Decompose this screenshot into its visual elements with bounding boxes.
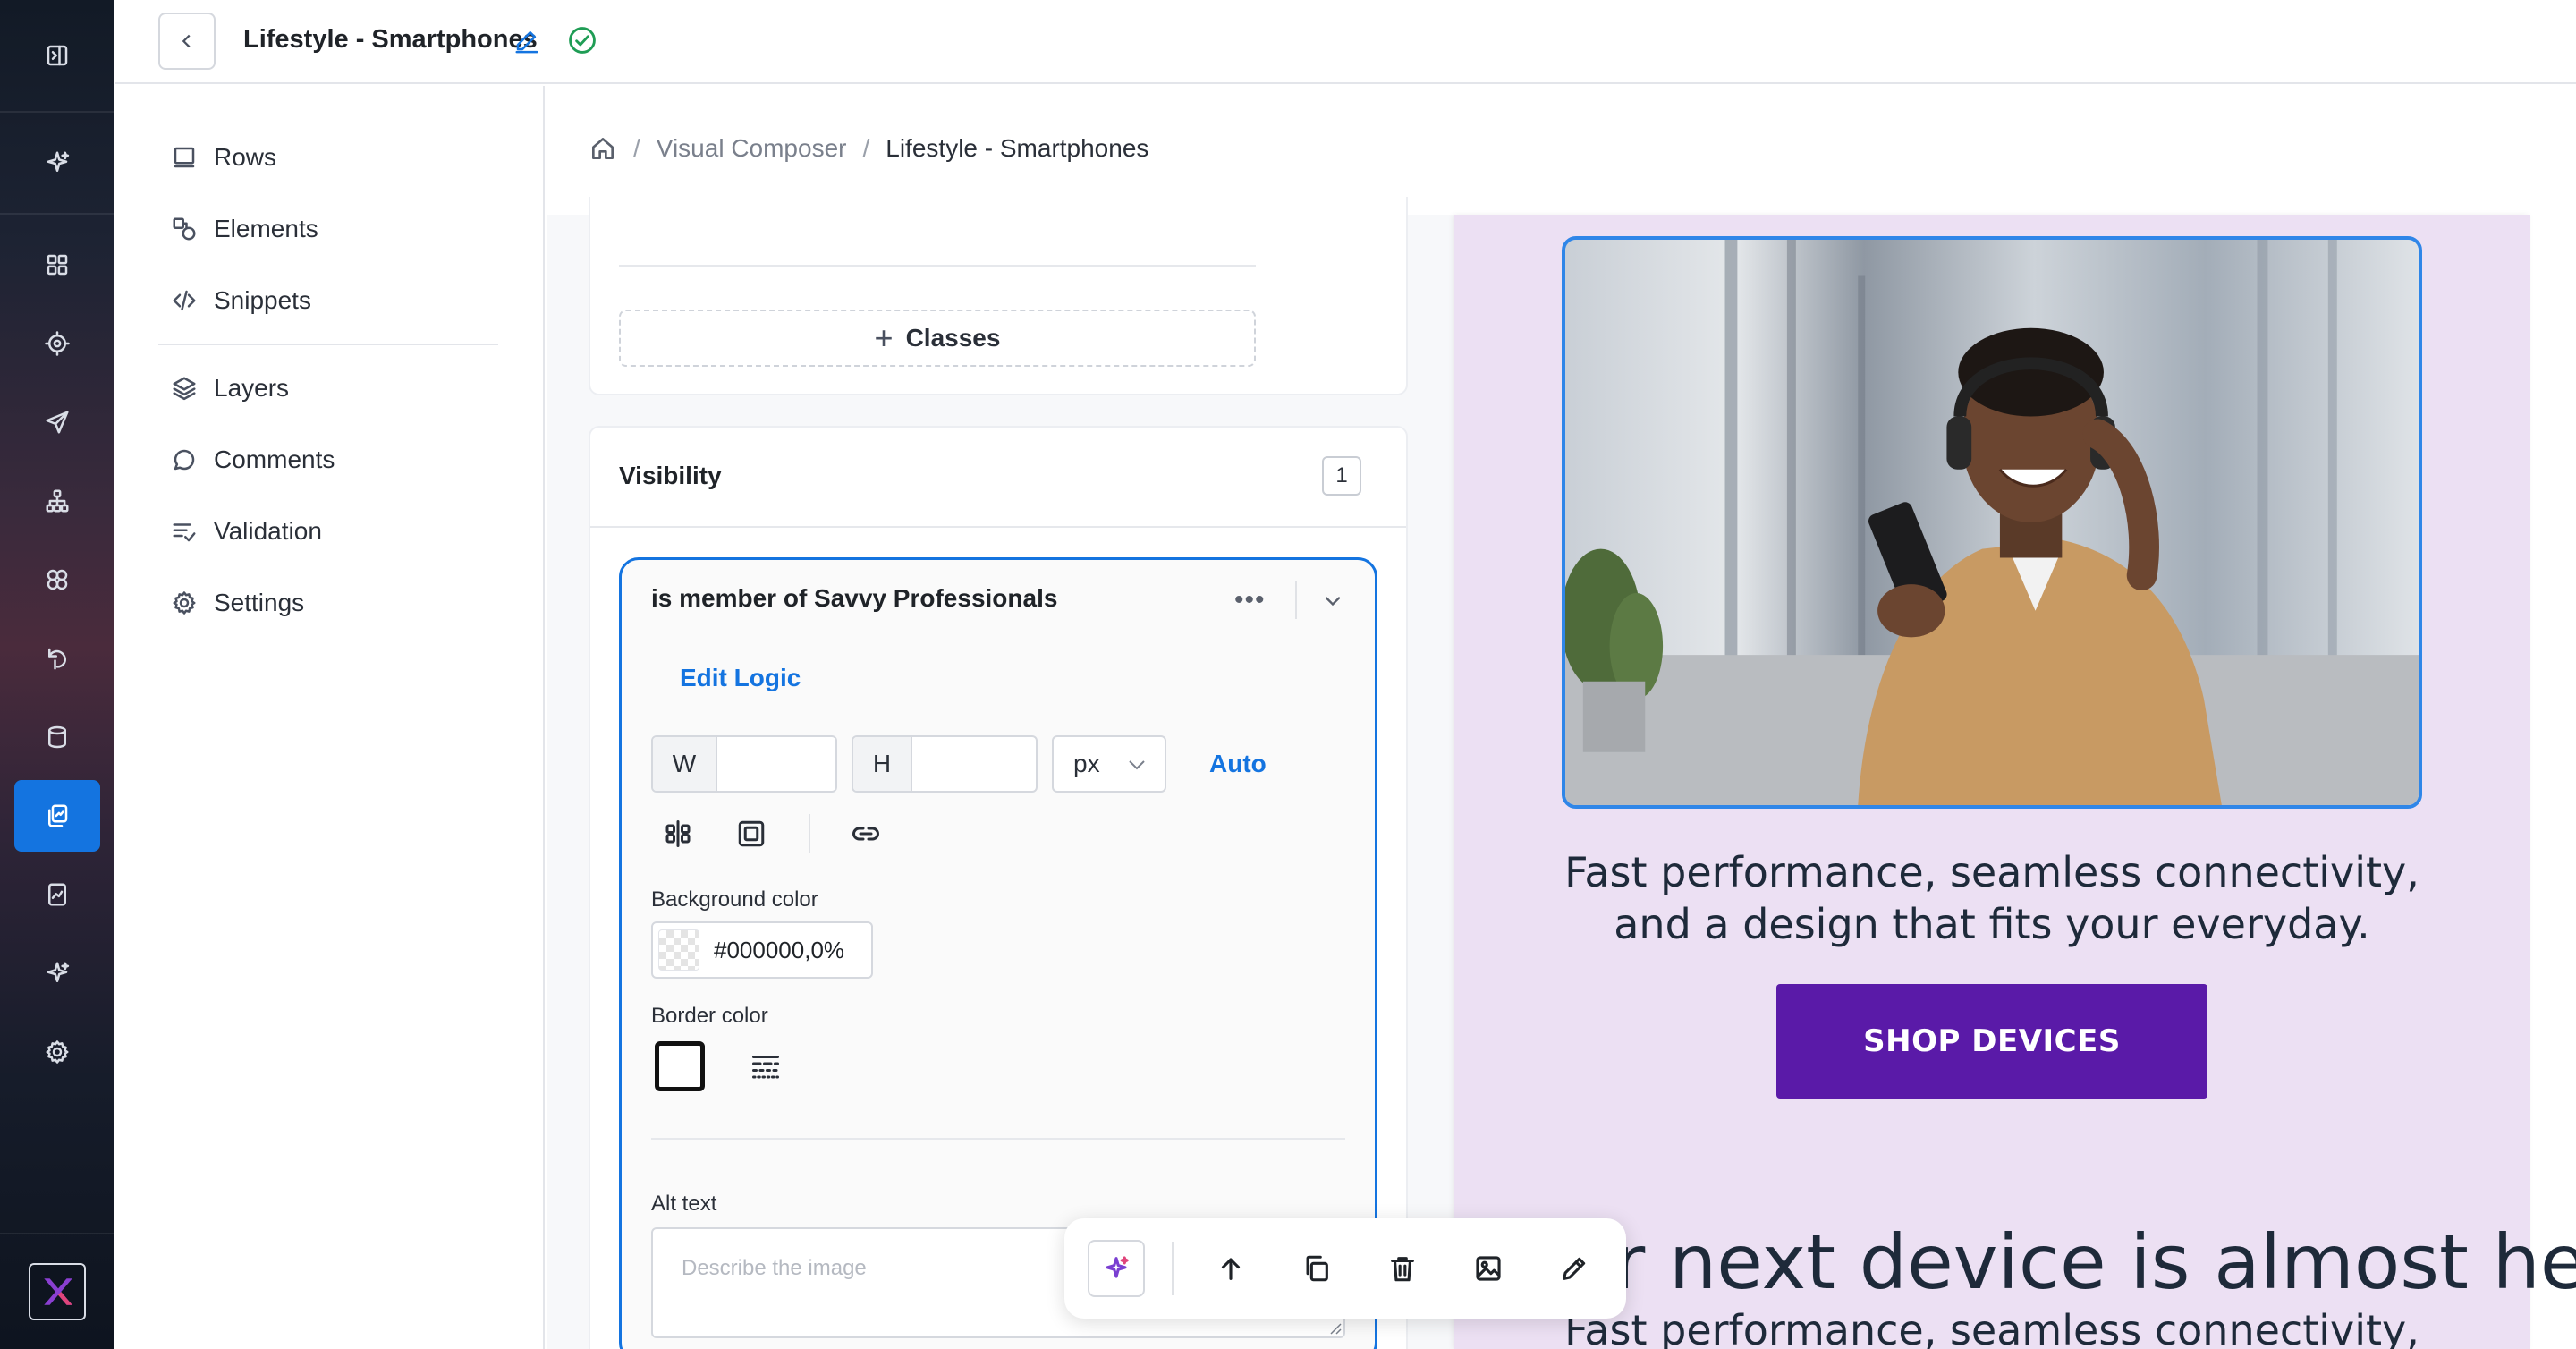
saved-check-icon <box>567 25 597 55</box>
sidebar-item-label: Snippets <box>214 286 311 314</box>
edit-button[interactable] <box>1549 1243 1599 1294</box>
target-icon[interactable] <box>14 308 100 379</box>
reports-icon[interactable] <box>14 859 100 930</box>
trash-icon <box>1391 1257 1414 1282</box>
elements-icon <box>173 217 196 241</box>
border-style-icon[interactable] <box>750 1050 782 1082</box>
breadcrumb-current: Lifestyle - Smartphones <box>886 134 1149 162</box>
replace-image-button[interactable] <box>1463 1243 1513 1294</box>
body-text[interactable]: Fast performance, seamless connectivity, <box>1562 846 2422 898</box>
sidebar-item-comments[interactable]: Comments <box>171 440 335 479</box>
height-field[interactable]: H <box>852 735 1038 793</box>
sidebar-item-label: Layers <box>214 374 290 402</box>
classes-label: Classes <box>905 324 1001 352</box>
hero-image[interactable] <box>1562 236 2422 809</box>
shop-devices-button[interactable]: SHOP DEVICES <box>1776 984 2207 1099</box>
resize-handle-icon[interactable] <box>1327 1320 1342 1335</box>
brand-logo[interactable] <box>29 1263 86 1320</box>
border-color-swatch[interactable] <box>655 1041 705 1091</box>
components-icon[interactable] <box>14 544 100 615</box>
body-text-bottom[interactable]: Fast performance, seamless connectivity, <box>1562 1304 2422 1349</box>
sidebar-item-elements[interactable]: Elements <box>171 209 318 249</box>
ai-sparkle-button[interactable] <box>1088 1240 1145 1297</box>
width-field[interactable]: W <box>651 735 837 793</box>
home-icon[interactable] <box>589 134 617 163</box>
background-color-value[interactable]: #000000,0% <box>714 937 844 964</box>
transparent-swatch[interactable] <box>658 929 699 971</box>
alt-text-label: Alt text <box>651 1192 717 1216</box>
plus-icon: + <box>874 319 894 356</box>
chevron-left-icon <box>182 34 191 48</box>
sidebar-item-label: Validation <box>214 517 322 545</box>
gear-icon[interactable] <box>14 1016 100 1088</box>
database-icon[interactable] <box>14 701 100 773</box>
delete-button[interactable] <box>1377 1243 1428 1294</box>
sidebar-item-settings[interactable]: Settings <box>171 583 304 623</box>
send-icon[interactable] <box>14 386 100 458</box>
more-options-icon[interactable]: ••• <box>1234 585 1266 615</box>
duplicate-button[interactable] <box>1292 1243 1342 1294</box>
unit-select[interactable]: px <box>1052 735 1166 793</box>
sidebar-item-snippets[interactable]: Snippets <box>171 281 311 320</box>
sidebar-item-layers[interactable]: Layers <box>171 369 289 408</box>
width-input[interactable] <box>717 737 835 791</box>
sidebar-item-label: Elements <box>214 215 318 242</box>
height-input[interactable] <box>912 737 1036 791</box>
layers-icon <box>173 377 196 401</box>
arrow-up-icon <box>1221 1258 1241 1280</box>
visibility-title: Visibility <box>619 462 722 489</box>
sidebar-item-validation[interactable]: Validation <box>171 512 322 551</box>
height-label: H <box>853 737 912 791</box>
align-center-icon[interactable] <box>662 818 694 850</box>
breadcrumb: / Visual Composer / Lifestyle - Smartpho… <box>589 131 1148 166</box>
headline[interactable]: Your next device is almost here <box>1485 1218 2576 1306</box>
element-toolbar <box>1064 1218 1626 1319</box>
visibility-count-badge: 1 <box>1322 456 1361 496</box>
hero-photo <box>1565 240 2419 805</box>
chevron-down-icon <box>1129 760 1145 770</box>
body-text-line-2[interactable]: and a design that fits your everyday. <box>1562 898 2422 950</box>
top-bar: Lifestyle - Smartphones <box>115 0 2576 84</box>
comment-icon <box>174 449 195 471</box>
link-icon[interactable] <box>850 818 882 850</box>
width-label: W <box>653 737 717 791</box>
chevron-down-icon[interactable] <box>1320 589 1345 614</box>
sparkle-icon[interactable] <box>14 127 100 199</box>
image-icon <box>1476 1256 1501 1281</box>
pencil-icon <box>1563 1257 1586 1280</box>
auto-size-link[interactable]: Auto <box>1209 750 1267 778</box>
sidebar-item-label: Comments <box>214 445 335 473</box>
background-color-label: Background color <box>651 887 818 912</box>
back-button[interactable] <box>158 13 216 70</box>
duplicate-icon <box>1306 1255 1328 1282</box>
background-color-field[interactable]: #000000,0% <box>651 921 873 979</box>
move-up-button[interactable] <box>1206 1243 1256 1294</box>
pencil-icon[interactable] <box>513 27 540 54</box>
editor-sidebar: Rows Elements Snippets Layers Comments V… <box>115 86 545 1349</box>
rows-icon <box>174 147 195 168</box>
validation-icon <box>173 523 196 542</box>
add-classes-button[interactable]: + Classes <box>619 310 1256 367</box>
rule-title: is member of Savvy Professionals <box>651 584 1058 612</box>
unit-value: px <box>1073 750 1100 777</box>
edit-logic-link[interactable]: Edit Logic <box>680 664 801 692</box>
page-title: Lifestyle - Smartphones <box>243 25 538 54</box>
pages-icon[interactable] <box>14 780 100 852</box>
sidebar-item-label: Rows <box>214 143 277 171</box>
gear-icon <box>173 591 196 615</box>
app-rail <box>0 0 114 1349</box>
sidebar-item-label: Settings <box>214 589 305 616</box>
recycle-icon[interactable] <box>14 623 100 694</box>
code-icon <box>173 290 196 311</box>
ai-sparkle-icon <box>1106 1256 1129 1278</box>
grid-icon[interactable] <box>14 229 100 301</box>
sidebar-divider <box>158 344 498 345</box>
border-color-label: Border color <box>651 1004 768 1028</box>
breadcrumb-link[interactable]: Visual Composer <box>657 134 847 163</box>
hierarchy-icon[interactable] <box>14 465 100 537</box>
collapse-icon[interactable] <box>14 20 100 91</box>
sparkle-icon[interactable] <box>14 938 100 1009</box>
padding-icon[interactable] <box>735 818 767 850</box>
sidebar-item-rows[interactable]: Rows <box>171 138 276 177</box>
